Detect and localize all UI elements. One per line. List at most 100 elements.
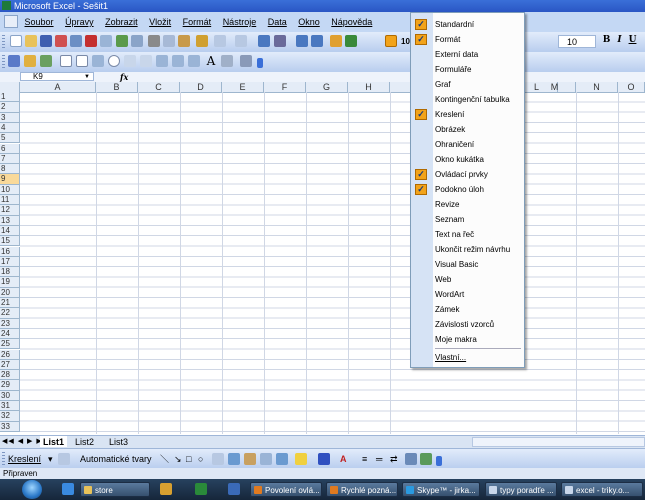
- option-button-icon[interactable]: [108, 55, 120, 67]
- properties-icon[interactable]: [24, 55, 36, 67]
- label-control-icon[interactable]: A: [205, 55, 217, 67]
- menu-item-graf[interactable]: Graf: [411, 77, 524, 92]
- redo-icon[interactable]: [235, 35, 247, 47]
- menu-item-kontingencni-tabulka[interactable]: Kontingenční tabulka: [411, 92, 524, 107]
- textbox-control-icon[interactable]: [76, 55, 88, 67]
- row-header[interactable]: 30: [0, 390, 20, 401]
- menu-napoveda[interactable]: Nápověda: [331, 12, 372, 32]
- combobox-control-icon[interactable]: [140, 55, 152, 67]
- menu-item-okno-kukatka[interactable]: Okno kukátka: [411, 152, 524, 167]
- arrow-style-icon[interactable]: ⇄: [390, 449, 398, 469]
- drawing-icon[interactable]: [345, 35, 357, 47]
- drawing-toggle-icon[interactable]: [385, 35, 397, 47]
- chart-wizard-icon[interactable]: [330, 35, 342, 47]
- column-header-a[interactable]: A: [20, 82, 96, 92]
- menu-item-ohraniceni[interactable]: Ohraničení: [411, 137, 524, 152]
- paste-icon[interactable]: [178, 35, 190, 47]
- toolbar-grip[interactable]: [2, 35, 5, 49]
- save-icon[interactable]: [40, 35, 52, 47]
- taskbar-item-povoleni[interactable]: Povolení ovlá...: [250, 482, 322, 497]
- drawing-dropdown-icon[interactable]: ▾: [48, 449, 53, 469]
- design-mode-icon[interactable]: [8, 55, 20, 67]
- column-header-c[interactable]: C: [138, 82, 180, 92]
- row-header[interactable]: 13: [0, 215, 20, 226]
- name-box-dropdown-icon[interactable]: ▼: [84, 72, 90, 82]
- workbook-icon[interactable]: [4, 15, 18, 28]
- spelling-icon[interactable]: [116, 35, 128, 47]
- row-header[interactable]: 11: [0, 195, 20, 206]
- font-size-select[interactable]: 10: [558, 35, 596, 48]
- row-header[interactable]: 26: [0, 349, 20, 360]
- diagram-tool-icon[interactable]: [244, 453, 256, 465]
- copy-icon[interactable]: [163, 35, 175, 47]
- row-header[interactable]: 16: [0, 246, 20, 257]
- menu-item-obrazek[interactable]: Obrázek: [411, 122, 524, 137]
- row-header[interactable]: 17: [0, 256, 20, 268]
- research-book-icon[interactable]: [131, 35, 143, 47]
- row-header[interactable]: 21: [0, 298, 20, 309]
- menu-item-externi-data[interactable]: Externí data: [411, 47, 524, 62]
- column-header-o[interactable]: O: [618, 82, 645, 92]
- column-header-n[interactable]: N: [576, 82, 618, 92]
- wordart-tool-icon[interactable]: [228, 453, 240, 465]
- row-header[interactable]: 31: [0, 401, 20, 412]
- format-painter-icon[interactable]: [196, 35, 208, 47]
- menu-item-format[interactable]: ✓ Formát: [411, 32, 524, 47]
- column-header-f[interactable]: F: [264, 82, 306, 92]
- menu-item-moje-makra[interactable]: Moje makra: [411, 332, 524, 347]
- row-header[interactable]: 24: [0, 328, 20, 340]
- cut-icon[interactable]: [148, 35, 160, 47]
- row-header[interactable]: 7: [0, 153, 20, 165]
- row-header[interactable]: 18: [0, 267, 20, 278]
- toolbar-options-icon[interactable]: [436, 456, 442, 466]
- horizontal-scrollbar[interactable]: [472, 437, 645, 447]
- row-header[interactable]: 4: [0, 122, 20, 134]
- menu-okno[interactable]: Okno: [298, 12, 320, 32]
- clipart-tool-icon[interactable]: [260, 453, 272, 465]
- toggle-button-icon[interactable]: [156, 55, 168, 67]
- arrow-tool-icon[interactable]: ↘: [174, 449, 182, 469]
- column-header-g[interactable]: G: [306, 82, 348, 92]
- line-color-icon[interactable]: [318, 453, 330, 465]
- row-header[interactable]: 2: [0, 102, 20, 113]
- menu-item-text-na-rec[interactable]: Text na řeč: [411, 227, 524, 242]
- fill-color-icon[interactable]: [295, 453, 307, 465]
- column-header-e[interactable]: E: [222, 82, 264, 92]
- bold-button[interactable]: B: [600, 35, 613, 45]
- select-objects-icon[interactable]: [58, 453, 70, 465]
- tab-list2[interactable]: List2: [72, 436, 97, 447]
- taskbar-item-typy[interactable]: typy poradťe ...: [485, 482, 557, 497]
- menu-item-ovladaci-prvky[interactable]: ✓ Ovládací prvky: [411, 167, 524, 182]
- hyperlink-icon[interactable]: [258, 35, 270, 47]
- menu-data[interactable]: Data: [268, 12, 287, 32]
- row-header-selected[interactable]: 9: [0, 174, 20, 185]
- button-control-icon[interactable]: [92, 55, 104, 67]
- name-box[interactable]: K9: [20, 72, 94, 81]
- row-header[interactable]: 10: [0, 184, 20, 195]
- textbox-tool-icon[interactable]: [212, 453, 224, 465]
- menu-item-kresleni[interactable]: ✓ Kreslení: [411, 107, 524, 122]
- menu-zobrazit[interactable]: Zobrazit: [105, 12, 138, 32]
- row-header[interactable]: 20: [0, 287, 20, 298]
- permission-icon[interactable]: [55, 35, 67, 47]
- autosum-icon[interactable]: [274, 35, 286, 47]
- menu-item-zamek[interactable]: Zámek: [411, 302, 524, 317]
- tab-list1[interactable]: List1: [40, 436, 68, 447]
- start-button[interactable]: [22, 480, 42, 499]
- taskbar-item-skype[interactable]: Skype™ - jirka...: [402, 482, 480, 497]
- more-controls-icon[interactable]: [240, 55, 252, 67]
- taskbar-item-excel[interactable]: excel - triky.o...: [561, 482, 643, 497]
- taskbar-item-store[interactable]: store: [80, 482, 150, 497]
- row-header[interactable]: 23: [0, 318, 20, 329]
- menu-nastroje[interactable]: Nástroje: [223, 12, 257, 32]
- row-header[interactable]: 14: [0, 225, 20, 237]
- menu-item-zavislosti-vzorcu[interactable]: Závislosti vzorců: [411, 317, 524, 332]
- row-header[interactable]: 25: [0, 339, 20, 350]
- print-icon[interactable]: [70, 35, 82, 47]
- toolbar-grip[interactable]: [2, 452, 5, 466]
- row-header[interactable]: 19: [0, 277, 20, 288]
- row-header[interactable]: 28: [0, 370, 20, 381]
- fx-icon[interactable]: fx: [120, 72, 128, 82]
- underline-button[interactable]: U: [626, 35, 639, 45]
- dash-style-icon[interactable]: ═: [376, 449, 382, 469]
